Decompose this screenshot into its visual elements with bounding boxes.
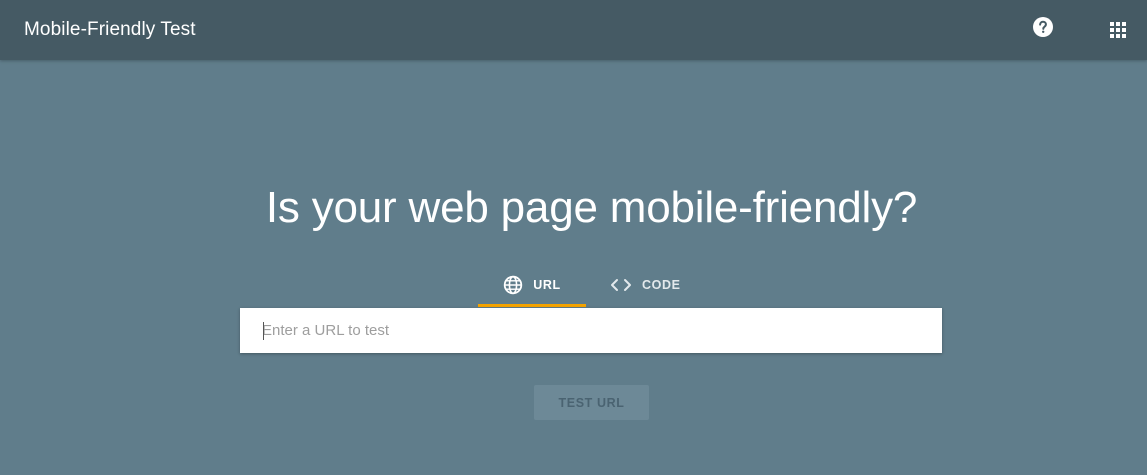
- tab-code[interactable]: CODE: [598, 262, 708, 307]
- tab-url-label: URL: [533, 277, 561, 292]
- code-brackets-icon: [611, 278, 631, 291]
- apps-grid-icon: [1110, 22, 1126, 38]
- help-circle-icon: [1033, 17, 1053, 37]
- input-mode-tabs: URL CODE: [478, 262, 708, 307]
- test-url-button[interactable]: TEST URL: [534, 385, 649, 420]
- page-headline: Is your web page mobile-friendly?: [265, 183, 918, 232]
- tab-url[interactable]: URL: [478, 262, 586, 307]
- top-app-bar: Mobile-Friendly Test: [0, 0, 1147, 60]
- help-button[interactable]: [1032, 16, 1054, 38]
- url-input-container: [240, 308, 942, 353]
- tab-code-label: CODE: [642, 277, 681, 292]
- url-input[interactable]: [262, 308, 922, 353]
- text-cursor: [263, 322, 264, 340]
- selected-tab-indicator: [478, 304, 586, 307]
- apps-button[interactable]: [1108, 20, 1128, 40]
- globe-icon: [504, 275, 523, 294]
- app-title: Mobile-Friendly Test: [24, 19, 196, 40]
